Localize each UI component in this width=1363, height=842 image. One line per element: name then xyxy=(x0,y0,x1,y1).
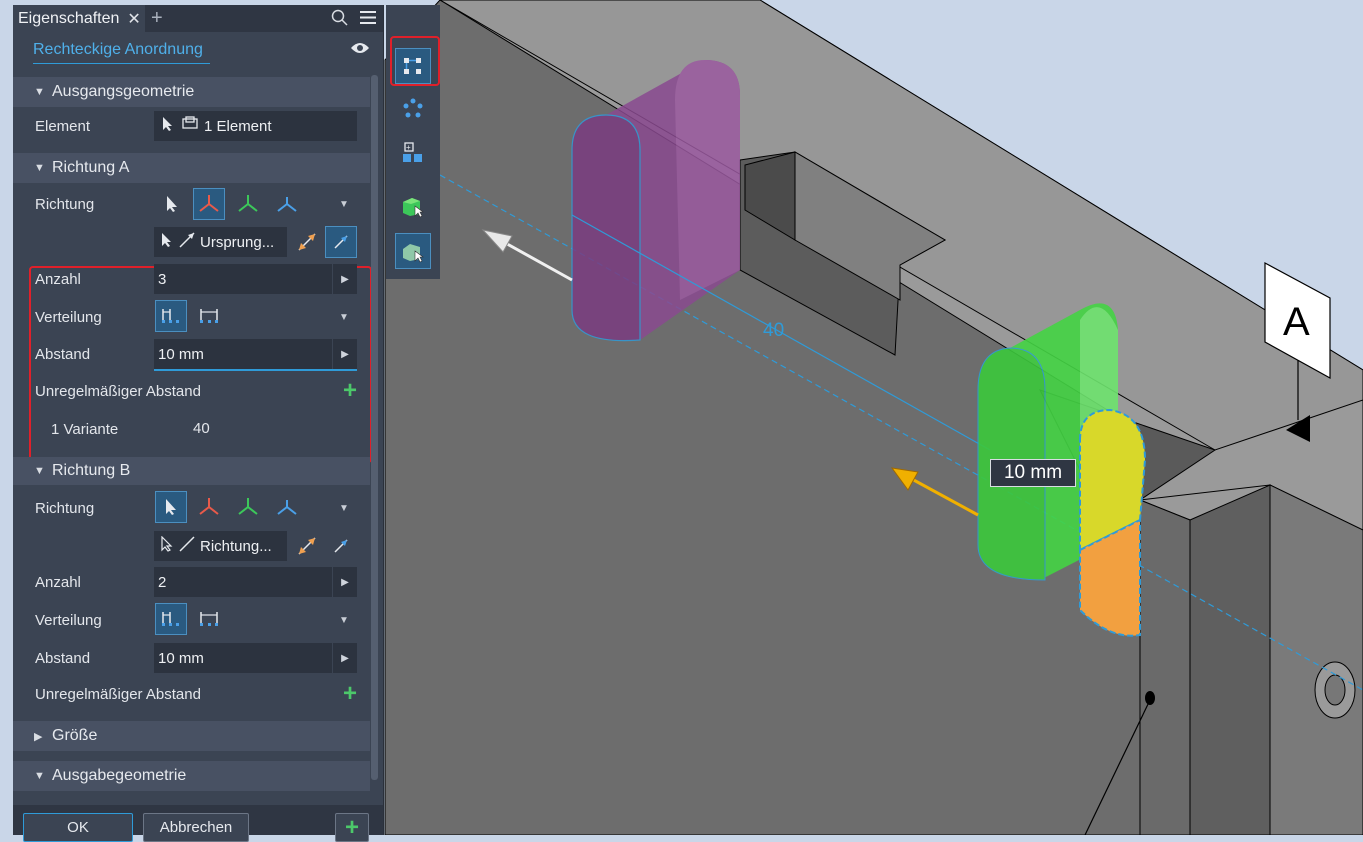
abstand-a-value: 10 mm xyxy=(158,345,204,363)
flip-direction-b-icon[interactable] xyxy=(291,530,323,562)
cursor-arrow-icon xyxy=(162,116,174,136)
add-irregular-spacing-b-button[interactable]: + xyxy=(343,682,357,706)
variante-label: 1 Variante xyxy=(51,421,119,438)
apply-add-button[interactable]: + xyxy=(335,813,369,842)
abstand-a-label: Abstand xyxy=(35,346,91,363)
add-tab-icon[interactable]: + xyxy=(151,7,163,30)
eye-icon[interactable] xyxy=(350,41,370,59)
abstand-b-value: 10 mm xyxy=(158,649,204,667)
anzahl-a-value: 3 xyxy=(158,270,167,288)
circular-pattern-icon[interactable] xyxy=(395,91,431,127)
chevron-down-icon[interactable]: ▼ xyxy=(339,312,349,323)
axis-x-button[interactable] xyxy=(193,188,225,220)
cursor-arrow-outline-icon xyxy=(161,535,173,556)
abstand-b-input[interactable]: 10 mm ▶ xyxy=(154,643,357,673)
axis-z-b-button[interactable] xyxy=(271,491,303,523)
expand-arrow-icon[interactable]: ▶ xyxy=(332,339,357,369)
feature-name-field[interactable]: Rechteckige Anordnung xyxy=(33,41,210,64)
variante-value[interactable]: 40 xyxy=(193,420,210,437)
axis-z-button[interactable] xyxy=(271,188,303,220)
distribution-extent-button[interactable] xyxy=(193,300,225,332)
feature-name: Rechteckige Anordnung xyxy=(33,41,203,58)
reverse-direction-button[interactable] xyxy=(325,226,357,258)
section-title: Ausgangsgeometrie xyxy=(52,83,195,100)
anzahl-b-label: Anzahl xyxy=(35,574,81,591)
flip-direction-icon[interactable] xyxy=(291,226,323,258)
verteilung-a-label: Verteilung xyxy=(35,309,102,326)
body-icon xyxy=(180,116,200,136)
anzahl-b-input[interactable]: 2 ▶ xyxy=(154,567,357,597)
tab-title: Eigenschaften xyxy=(18,9,120,27)
expand-arrow-icon[interactable]: ▶ xyxy=(332,264,357,294)
section-groesse[interactable]: ▶ Größe xyxy=(13,721,370,751)
properties-panel: Eigenschaften ✕ + Rechteckige Anordnung … xyxy=(13,5,383,842)
panel-scrollbar[interactable] xyxy=(371,75,378,780)
direction-b-reference[interactable]: Richtung... xyxy=(154,531,287,561)
anzahl-a-label: Anzahl xyxy=(35,271,81,288)
distribution-spacing-b-button[interactable] xyxy=(155,603,187,635)
sketch-driven-pattern-icon[interactable]: + xyxy=(395,135,431,171)
axis-y-b-button[interactable] xyxy=(232,491,264,523)
direction-a-reference-value: Ursprung... xyxy=(200,233,275,251)
feature-select-icon[interactable] xyxy=(395,188,431,224)
panel-tab-bar: Eigenschaften ✕ + xyxy=(13,5,383,32)
search-icon[interactable] xyxy=(331,9,348,31)
section-title: Ausgabegeometrie xyxy=(52,767,187,784)
cursor-arrow-icon xyxy=(161,232,173,252)
direction-a-reference[interactable]: Ursprung... xyxy=(154,227,287,257)
highlight-frame-pattern-type xyxy=(390,36,440,86)
distance-input-label[interactable]: 10 mm xyxy=(990,459,1076,487)
chevron-down-icon[interactable]: ▼ xyxy=(339,199,349,210)
section-ausgangsgeometrie[interactable]: ▼ Ausgangsgeometrie xyxy=(13,77,370,107)
expand-arrow-icon[interactable]: ▶ xyxy=(332,643,357,673)
expand-triangle-icon: ▶ xyxy=(34,730,43,743)
unregelmaessiger-abstand-a-label: Unregelmäßiger Abstand xyxy=(35,383,201,400)
select-direction-b-button[interactable] xyxy=(155,491,187,523)
reverse-direction-b-button[interactable] xyxy=(325,530,357,562)
anzahl-a-input[interactable]: 3 ▶ xyxy=(154,264,357,294)
element-value: 1 Element xyxy=(204,117,272,135)
block-step-front xyxy=(1139,499,1191,835)
section-title: Richtung A xyxy=(52,159,130,176)
richtung-a-label: Richtung xyxy=(35,196,95,213)
collapse-triangle-icon: ▼ xyxy=(34,86,45,98)
axis-y-button[interactable] xyxy=(232,188,264,220)
cancel-button[interactable]: Abbrechen xyxy=(143,813,249,842)
section-title: Richtung B xyxy=(52,462,131,479)
expand-arrow-icon[interactable]: ▶ xyxy=(332,567,357,597)
collapse-triangle-icon: ▼ xyxy=(34,770,45,782)
direction-b-reference-value: Richtung... xyxy=(200,537,272,555)
distribution-spacing-button[interactable] xyxy=(155,300,187,332)
chevron-down-icon[interactable]: ▼ xyxy=(339,503,349,514)
axis-x-b-button[interactable] xyxy=(193,491,225,523)
datum-label: A xyxy=(1283,300,1310,344)
chevron-down-icon[interactable]: ▼ xyxy=(339,615,349,626)
section-ausgabegeometrie[interactable]: ▼ Ausgabegeometrie xyxy=(13,761,370,791)
add-irregular-spacing-a-button[interactable]: + xyxy=(343,379,357,403)
verteilung-b-label: Verteilung xyxy=(35,612,102,629)
dimension-40[interactable]: 40 xyxy=(763,320,784,341)
element-selector[interactable]: 1 Element xyxy=(154,111,357,141)
tab-eigenschaften[interactable]: Eigenschaften ✕ xyxy=(13,5,145,32)
section-richtung-b[interactable]: ▼ Richtung B xyxy=(13,457,370,485)
svg-text:+: + xyxy=(406,143,411,152)
select-direction-button[interactable] xyxy=(156,188,188,220)
collapse-triangle-icon: ▼ xyxy=(34,162,45,174)
edge-line-icon xyxy=(178,535,196,557)
element-label: Element xyxy=(35,118,91,135)
section-richtung-a[interactable]: ▼ Richtung A xyxy=(13,153,370,183)
abstand-a-input[interactable]: 10 mm ▶ xyxy=(154,339,357,371)
unregelmaessiger-abstand-b-label: Unregelmäßiger Abstand xyxy=(35,686,201,703)
close-icon[interactable]: ✕ xyxy=(127,9,140,29)
section-title: Größe xyxy=(52,727,98,744)
anzahl-b-value: 2 xyxy=(158,573,167,591)
richtung-b-label: Richtung xyxy=(35,500,95,517)
distribution-extent-b-button[interactable] xyxy=(193,603,225,635)
menu-icon[interactable] xyxy=(359,9,377,31)
ok-button[interactable]: OK xyxy=(23,813,133,842)
edge-direction-icon xyxy=(178,231,196,253)
collapse-triangle-icon: ▼ xyxy=(34,465,45,477)
solid-select-icon[interactable] xyxy=(395,233,431,269)
abstand-b-label: Abstand xyxy=(35,650,91,667)
